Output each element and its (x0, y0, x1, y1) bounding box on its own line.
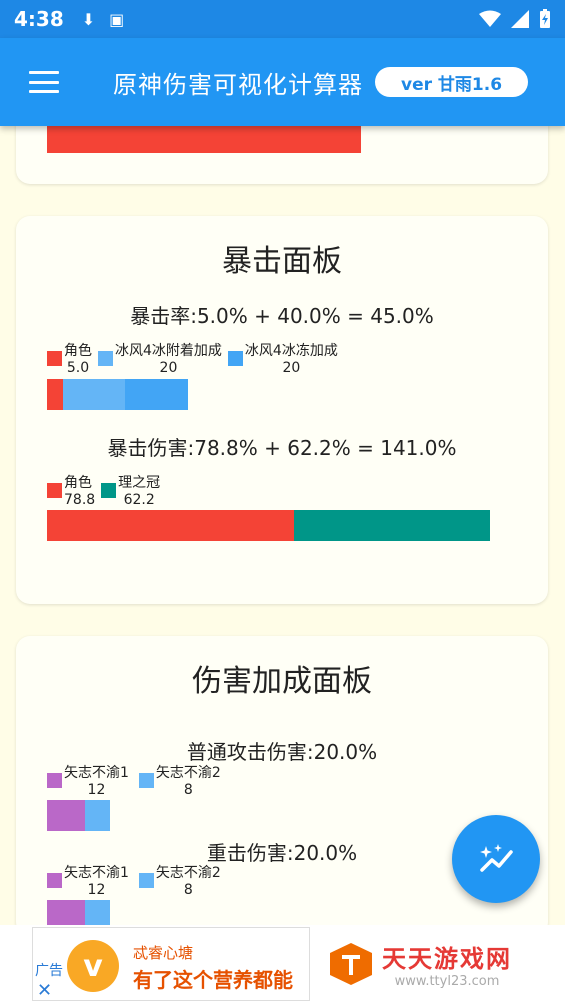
legend-label: 角色 (64, 475, 92, 491)
legend-item: 冰风4冰冻加成 20 (227, 343, 338, 377)
legend-label: 矢志不渝2 (155, 765, 221, 781)
watermark: 天天游戏网 www.ttyl23.com (328, 939, 512, 989)
crit-rate-legend: 角色 5.0 冰风4冰附着加成 20 冰风4冰冻加成 20 (47, 343, 344, 377)
legend-item: 角色 78.8 (47, 475, 95, 509)
crit-dmg-legend: 角色 78.8 理之冠 62.2 (47, 475, 166, 509)
legend-item: 冰风4冰附着加成 20 (98, 343, 222, 377)
legend-value: 12 (87, 782, 106, 798)
app-notification-icon: ▣ (109, 9, 125, 29)
status-bar: 4:38 ⬇ ▣ (0, 0, 565, 38)
sparkle-chart-icon (480, 844, 513, 872)
legend-label: 冰风4冰附着加成 (115, 343, 222, 359)
app-title: 原神伤害可视化计算器 (113, 70, 363, 99)
legend-value: 5.0 (66, 360, 90, 376)
legend-label: 矢志不渝2 (155, 865, 221, 881)
crit-panel-card: 暴击面板 暴击率:5.0% + 40.0% = 45.0% 角色 5.0 冰风4冰… (16, 216, 548, 604)
legend-label: 矢志不渝1 (64, 865, 129, 881)
download-icon: ⬇ (81, 9, 96, 29)
legend-item: 矢志不渝1 12 (47, 765, 129, 799)
legend-value: 20 (282, 360, 301, 376)
signal-icon (511, 10, 529, 28)
normal-attack-bar-segment-2 (85, 800, 110, 831)
legend-item: 矢志不渝2 8 (138, 865, 221, 899)
legend-item: 矢志不渝2 8 (138, 765, 221, 799)
app-bar: 原神伤害可视化计算器 ver 甘雨1.6 (0, 38, 565, 126)
crit-rate-bar-segment-freeze (125, 379, 188, 410)
normal-attack-bar (47, 800, 110, 831)
legend-label: 理之冠 (118, 475, 161, 491)
crit-rate-line: 暴击率:5.0% + 40.0% = 45.0% (130, 304, 434, 328)
watermark-title: 天天游戏网 (382, 945, 512, 973)
crit-rate-bar-segment-character (47, 379, 63, 410)
legend-value: 8 (183, 782, 193, 798)
legend-value: 8 (183, 882, 193, 898)
legend-label: 矢志不渝1 (64, 765, 129, 781)
legend-item: 角色 5.0 (47, 343, 92, 377)
dmg-bonus-panel-title: 伤害加成面板 (192, 664, 372, 699)
crit-panel-title: 暴击面板 (222, 244, 342, 279)
legend-item: 矢志不渝1 12 (47, 865, 129, 899)
ad-slogan: 有了这个营养都能 (133, 968, 293, 992)
watermark-url: www.ttyl23.com (394, 974, 500, 989)
ad-close-icon[interactable]: ✕ (37, 980, 52, 1001)
legend-label: 冰风4冰冻加成 (244, 343, 338, 359)
battery-icon (540, 9, 550, 28)
ad-banner: 广告 ✕ v 忒睿心塘 有了这个营养都能 天天游戏网 www.ttyl23.co… (0, 925, 565, 1004)
menu-icon[interactable] (29, 71, 59, 93)
legend-value: 62.2 (123, 492, 155, 508)
crit-dmg-line: 暴击伤害:78.8% + 62.2% = 141.0% (107, 436, 457, 460)
legend-value: 12 (87, 882, 106, 898)
legend-label: 角色 (64, 343, 92, 359)
normal-attack-bar-segment-1 (47, 800, 85, 831)
previous-panel-bar (47, 122, 361, 153)
normal-attack-legend: 矢志不渝1 12 矢志不渝2 8 (47, 765, 227, 799)
normal-attack-line: 普通攻击伤害:20.0% (186, 740, 378, 764)
ad-label: 广告 (35, 963, 63, 979)
chart-fab-button[interactable] (452, 815, 540, 903)
crit-dmg-bar-segment-crown (294, 510, 490, 541)
crit-dmg-bar-segment-character (47, 510, 294, 541)
version-badge[interactable]: ver 甘雨1.6 (375, 67, 529, 97)
watermark-logo-icon (330, 943, 372, 985)
legend-value: 78.8 (64, 492, 96, 508)
legend-value: 20 (159, 360, 178, 376)
wifi-icon (479, 10, 501, 27)
ad-logo: v (67, 940, 119, 992)
ad-content[interactable]: 广告 ✕ v 忒睿心塘 有了这个营养都能 (32, 927, 310, 1001)
legend-item: 理之冠 62.2 (101, 475, 160, 509)
crit-rate-bar (47, 379, 188, 410)
charged-attack-legend: 矢志不渝1 12 矢志不渝2 8 (47, 865, 227, 899)
crit-rate-bar-segment-attach (63, 379, 125, 410)
crit-dmg-bar (47, 510, 490, 541)
ad-advertiser-name: 忒睿心塘 (133, 944, 194, 962)
status-time: 4:38 (14, 7, 64, 31)
